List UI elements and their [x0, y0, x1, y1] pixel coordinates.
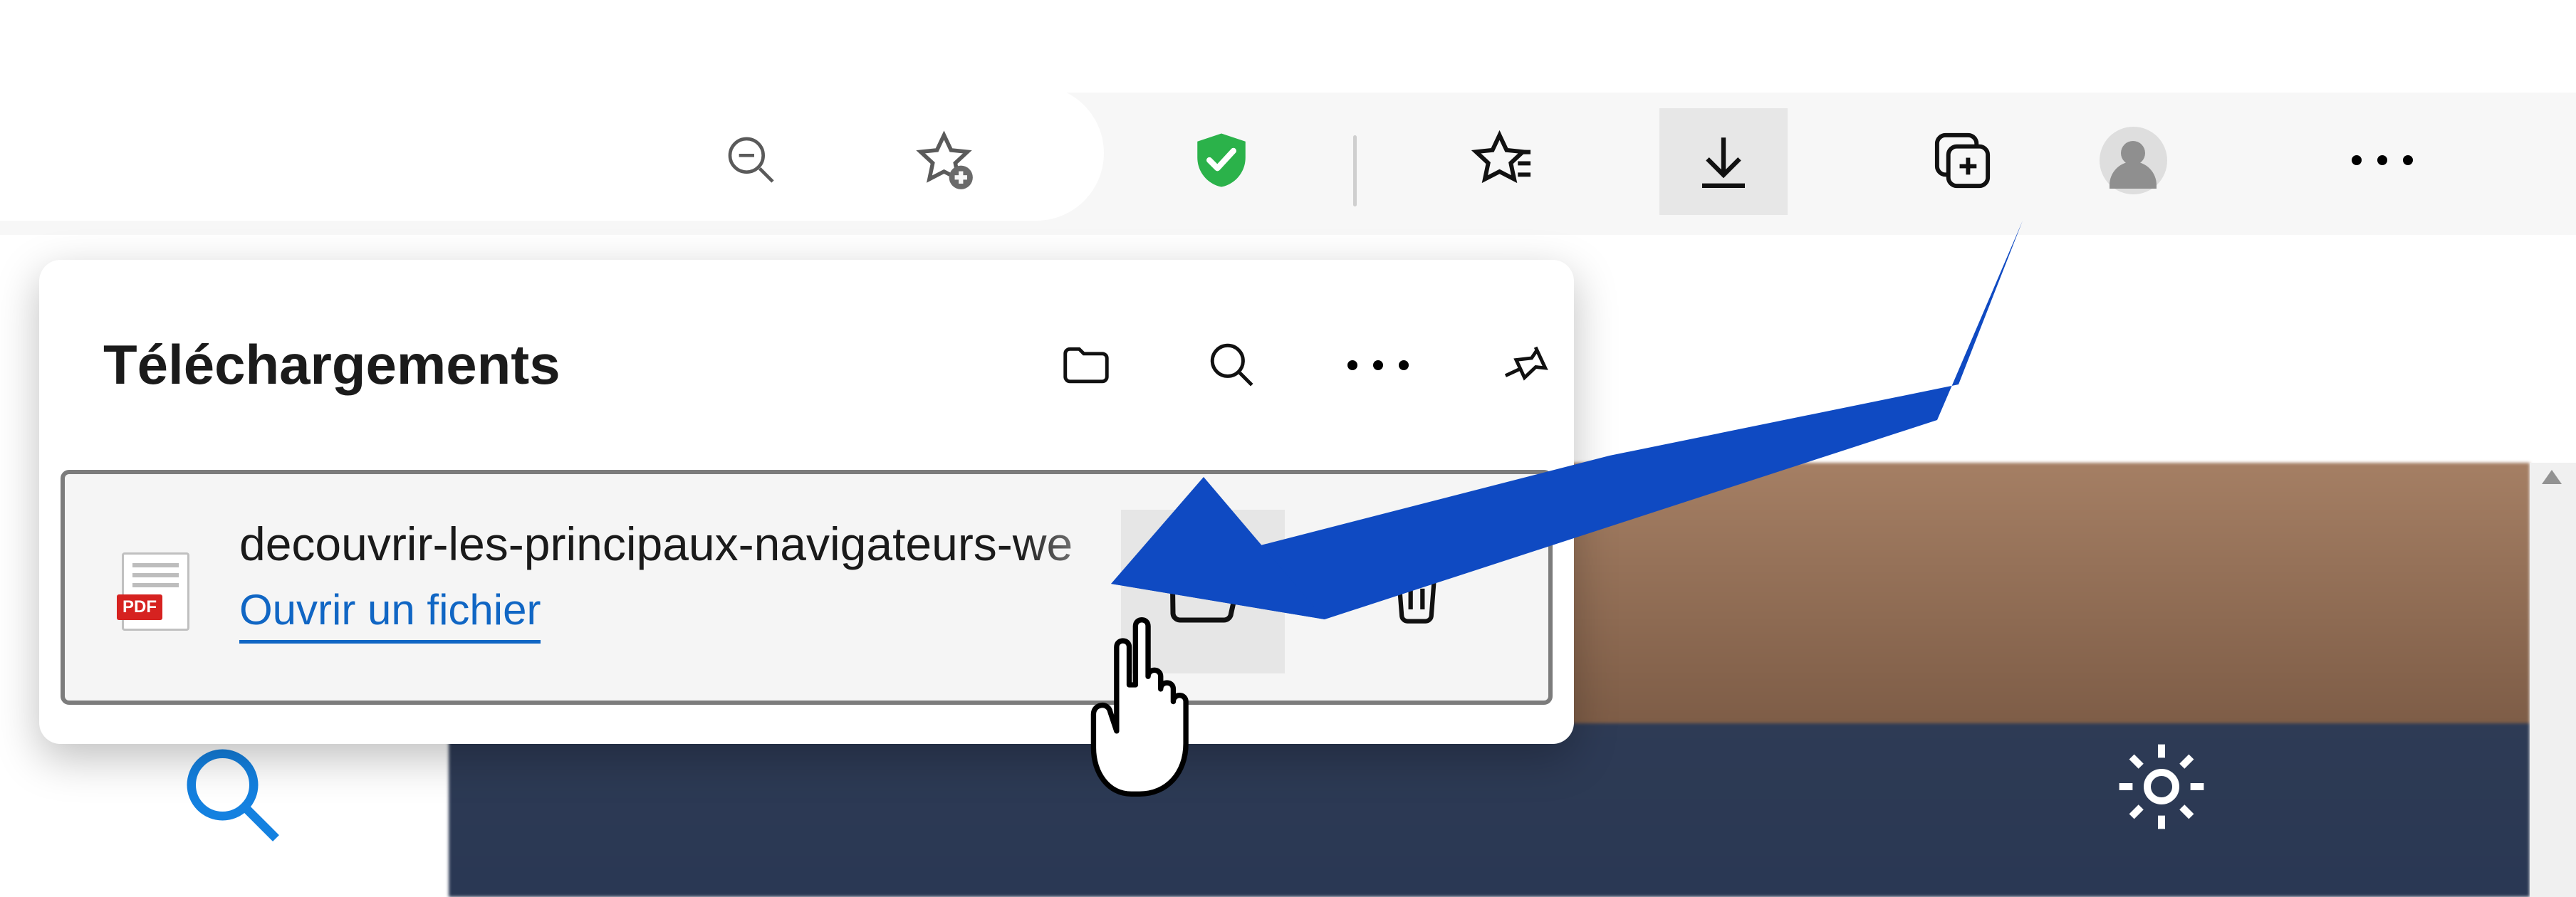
zoom-out-icon	[723, 132, 780, 189]
collections-button[interactable]	[1923, 121, 2001, 199]
favorites-list-icon	[1466, 127, 1533, 194]
downloads-more-button[interactable]	[1339, 326, 1417, 404]
open-file-link[interactable]: Ouvrir un fichier	[239, 585, 541, 644]
gear-icon	[2108, 733, 2215, 840]
delete-download-button[interactable]	[1352, 510, 1481, 673]
star-add-icon	[910, 127, 978, 194]
favorites-button[interactable]	[1460, 121, 1538, 199]
folder-open-icon	[1160, 549, 1246, 634]
downloads-panel-header: Téléchargements	[39, 260, 1574, 470]
content-search-button[interactable]	[178, 740, 285, 851]
search-downloads-button[interactable]	[1193, 326, 1271, 404]
scrollbar-track[interactable]	[2530, 463, 2576, 897]
pdf-file-icon: PDF	[122, 552, 189, 631]
downloads-button[interactable]	[1659, 108, 1788, 215]
settings-and-more-button[interactable]	[2322, 121, 2443, 199]
downloads-panel-body: PDF decouvrir-les-principaux-navigateurs…	[39, 470, 1574, 730]
download-item[interactable]: PDF decouvrir-les-principaux-navigateurs…	[61, 470, 1553, 705]
zoom-out-button[interactable]	[712, 121, 791, 199]
folder-icon	[1058, 337, 1114, 393]
downloads-panel: Téléchargements PDF decouvrir-les-princi…	[39, 260, 1574, 744]
download-file-name: decouvrir-les-principaux-navigateurs-we	[239, 517, 1157, 571]
search-icon	[178, 740, 285, 847]
add-favorite-button[interactable]	[904, 121, 983, 199]
adblock-extension-button[interactable]	[1182, 121, 1261, 199]
search-icon	[1206, 339, 1258, 392]
open-downloads-folder-button[interactable]	[1047, 326, 1125, 404]
trash-icon	[1381, 556, 1452, 627]
pin-panel-button[interactable]	[1485, 326, 1563, 404]
downloads-panel-title: Téléchargements	[103, 332, 560, 397]
content-settings-button[interactable]	[2108, 733, 2215, 844]
browser-toolbar	[0, 93, 2576, 235]
more-horizontal-icon	[2352, 155, 2413, 165]
profile-button[interactable]	[2094, 121, 2172, 199]
more-horizontal-icon	[1347, 360, 1409, 370]
download-item-texts: decouvrir-les-principaux-navigateurs-we …	[239, 517, 1157, 644]
file-type-badge: PDF	[117, 594, 162, 620]
downloads-panel-header-actions	[1047, 260, 1563, 470]
profile-avatar-icon	[2100, 127, 2167, 194]
scrollbar-up-button[interactable]	[2542, 470, 2562, 484]
shield-check-icon	[1189, 128, 1253, 192]
collections-add-icon	[1929, 127, 1996, 194]
show-in-folder-button[interactable]	[1121, 510, 1285, 673]
download-icon	[1691, 130, 1756, 194]
toolbar-separator	[1353, 135, 1357, 206]
pin-icon	[1496, 337, 1552, 393]
